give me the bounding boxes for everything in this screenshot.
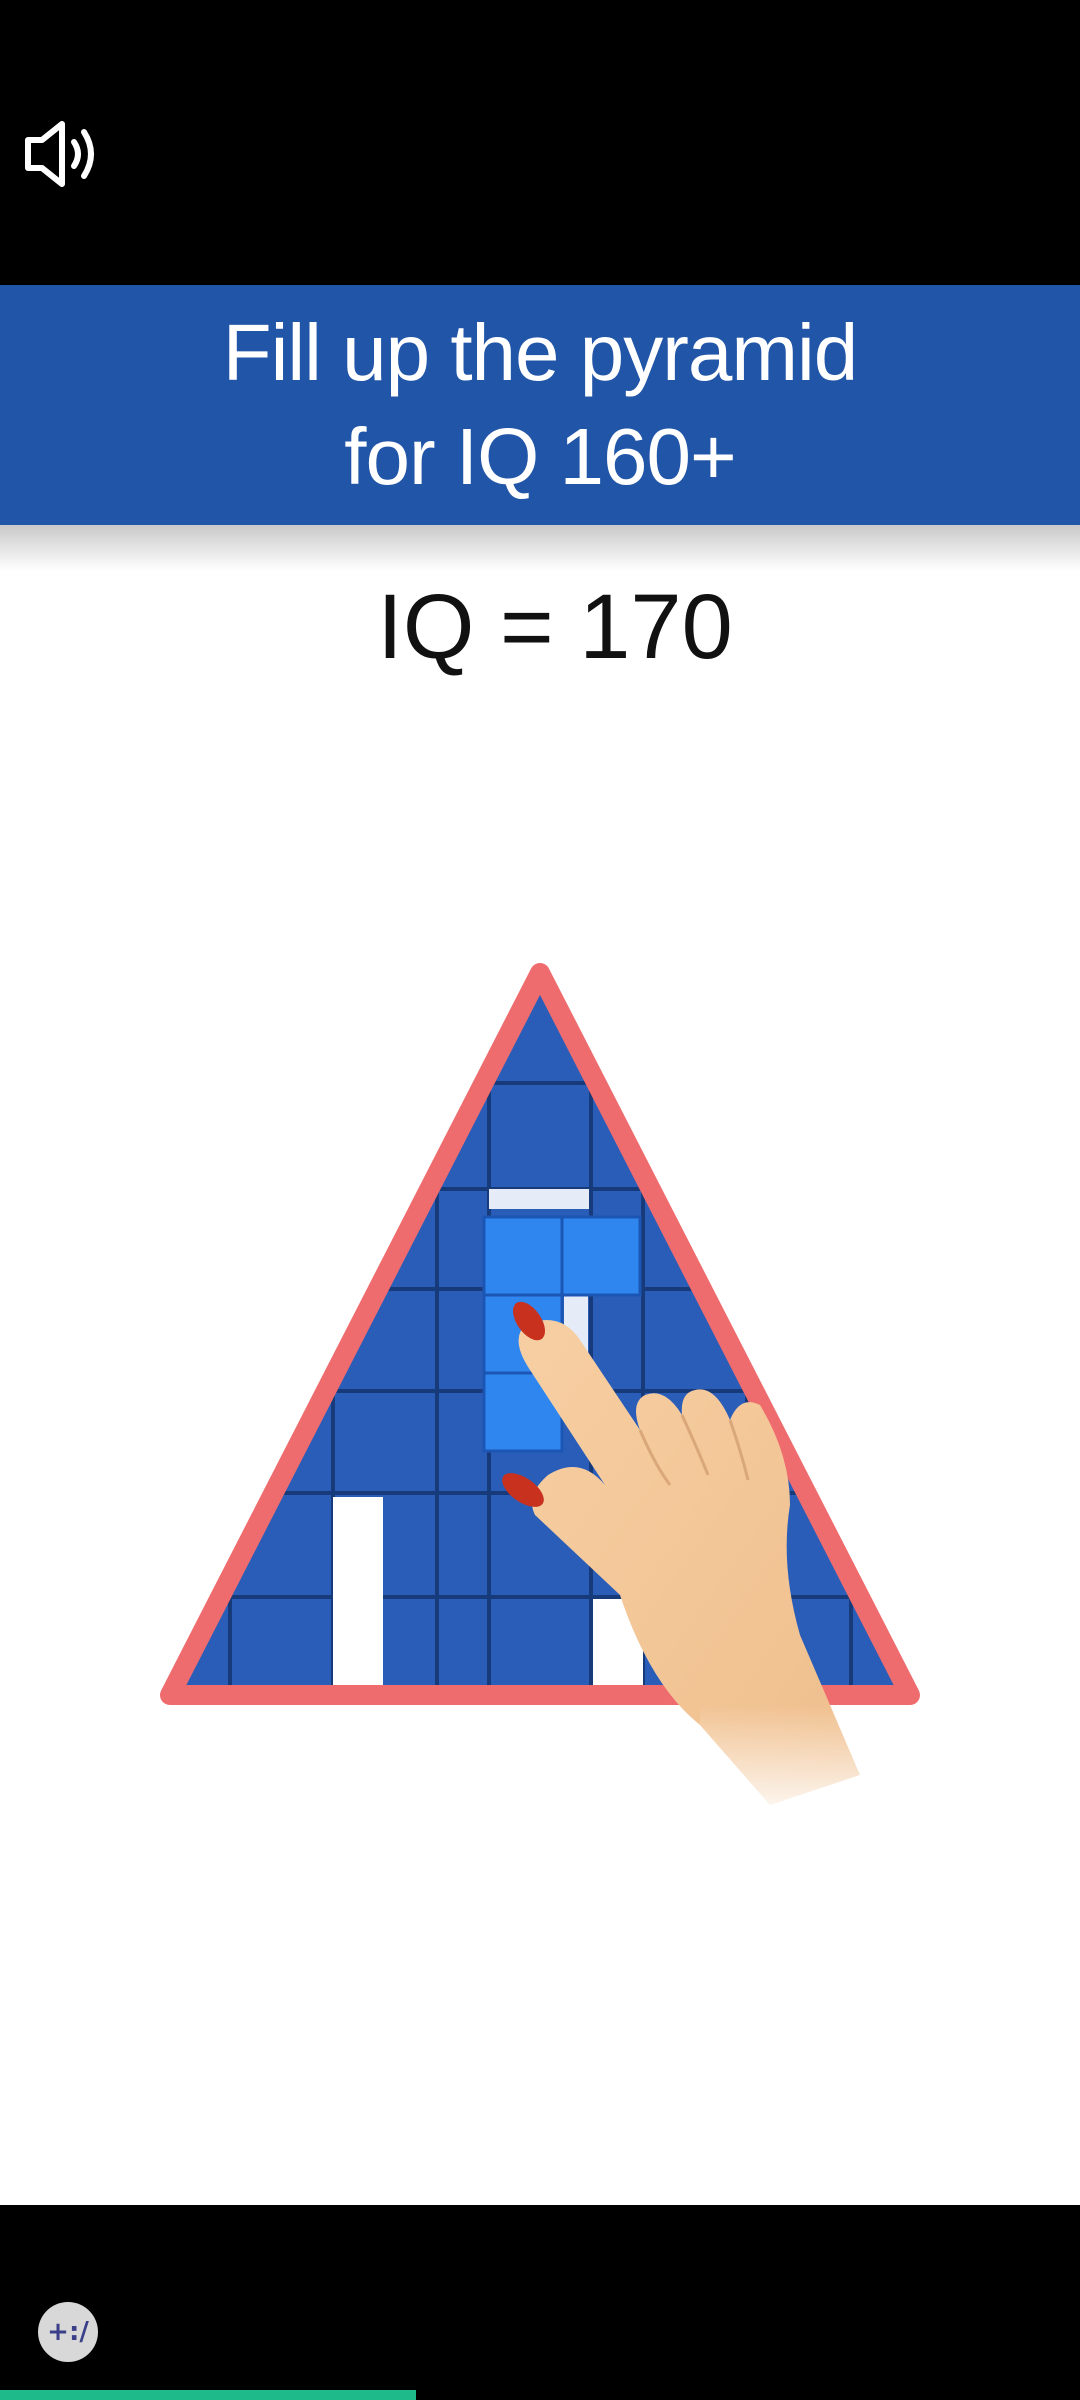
pyramid-puzzle[interactable]: [0, 525, 1080, 2205]
video-progress-bar[interactable]: [0, 2390, 1080, 2400]
top-bar: [0, 0, 1080, 285]
banner-title-line-1: Fill up the pyramid: [222, 308, 859, 397]
bottom-bar: +:/: [0, 2205, 1080, 2400]
creator-badge-icon[interactable]: +:/: [38, 2302, 98, 2362]
speaker-volume-icon: [25, 121, 94, 187]
video-progress-fill: [0, 2390, 416, 2400]
brand-glyph: +:/: [47, 2317, 89, 2347]
video-content: IQ = 170: [0, 525, 1080, 2205]
title-banner: Fill up the pyramid for IQ 160+: [0, 285, 1080, 525]
sound-toggle-button[interactable]: [22, 118, 110, 190]
banner-title-line-2: for IQ 160+: [344, 412, 736, 501]
empty-slot: [489, 1189, 589, 1209]
empty-slot: [333, 1497, 383, 1697]
